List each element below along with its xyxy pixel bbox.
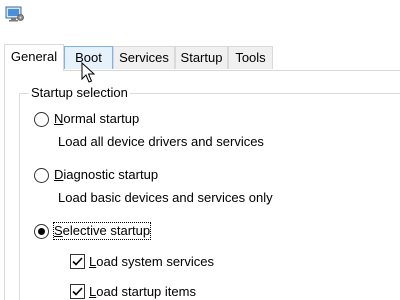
load-startup-items-label[interactable]: Load startup items bbox=[89, 284, 196, 300]
diagnostic-startup-label[interactable]: Diagnostic startup bbox=[54, 167, 158, 183]
normal-startup-label[interactable]: Normal startup bbox=[54, 111, 139, 127]
selective-startup-label[interactable]: Selective startup bbox=[52, 222, 152, 240]
system-configuration-icon bbox=[5, 5, 25, 23]
tab-general-label: General bbox=[10, 49, 58, 64]
load-system-services-checkbox[interactable] bbox=[70, 254, 85, 269]
tab-tools[interactable]: Tools bbox=[228, 46, 273, 69]
tab-tools-label: Tools bbox=[235, 50, 266, 65]
diagnostic-startup-description: Load basic devices and services only bbox=[58, 190, 273, 205]
tab-services-label: Services bbox=[119, 50, 169, 65]
system-configuration-window: General Boot Services Startup Tools Star… bbox=[0, 0, 400, 300]
selective-startup-radio[interactable] bbox=[34, 224, 49, 239]
load-startup-items-checkbox[interactable] bbox=[70, 284, 85, 299]
tab-services[interactable]: Services bbox=[113, 46, 175, 69]
checkmark-icon bbox=[72, 287, 83, 296]
tab-strip: General Boot Services Startup Tools bbox=[4, 44, 400, 71]
diagnostic-startup-radio[interactable] bbox=[34, 168, 49, 183]
load-system-services-label[interactable]: Load system services bbox=[89, 254, 214, 270]
tab-startup-label: Startup bbox=[180, 50, 223, 65]
normal-startup-radio[interactable] bbox=[34, 112, 49, 127]
startup-selection-label: Startup selection bbox=[29, 85, 130, 101]
normal-startup-description: Load all device drivers and services bbox=[58, 134, 264, 149]
checkmark-icon bbox=[72, 257, 83, 266]
mouse-cursor-icon bbox=[81, 61, 96, 84]
selected-radio-dot bbox=[38, 228, 45, 235]
tab-startup[interactable]: Startup bbox=[175, 46, 228, 69]
tab-general[interactable]: General bbox=[4, 44, 64, 71]
